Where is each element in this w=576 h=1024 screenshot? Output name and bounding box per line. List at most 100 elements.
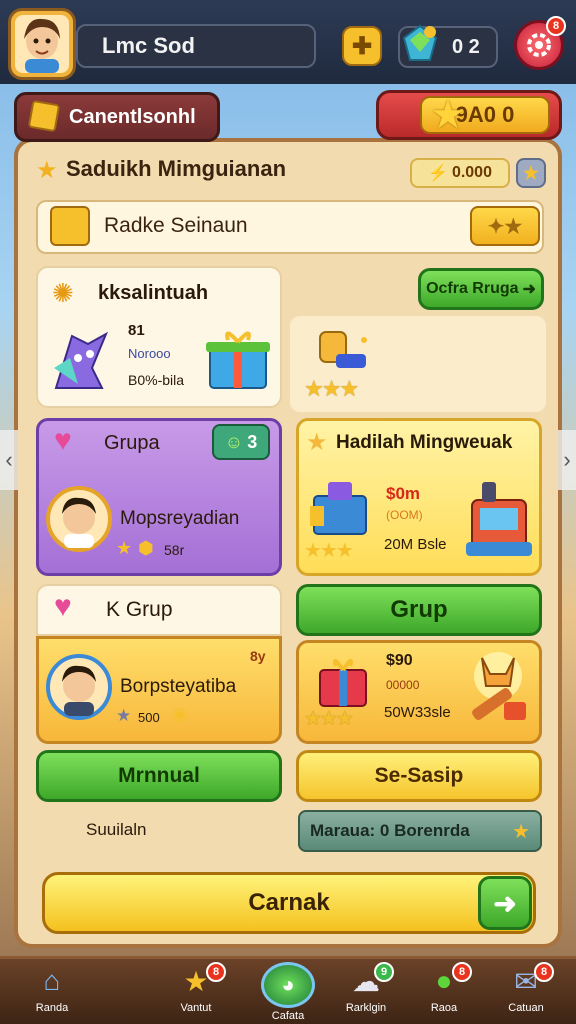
member-avatar [46, 654, 112, 720]
grup-button[interactable]: Grup [296, 584, 542, 636]
player-avatar[interactable] [8, 8, 76, 80]
stars-rating: ★★★ [304, 376, 359, 401]
gear-icon [527, 33, 551, 57]
reward2-count: 50W33sle [384, 704, 451, 721]
gift-icon [206, 331, 270, 389]
footer-right-text: Maraua: 0 Borenrda [310, 821, 470, 840]
nav-item-ranking[interactable]: ☁ Rarklgin [326, 962, 406, 1022]
globe-icon: ◕ [261, 962, 315, 1008]
star-icon: ★ [306, 429, 328, 456]
player-name: Lmc Sod [76, 24, 316, 68]
gift-box-icon [50, 206, 90, 246]
gem-icon [400, 24, 440, 64]
reward2-price: $90 [386, 652, 413, 669]
continue-arrow-button[interactable]: ➜ [478, 876, 532, 930]
setup-button-label: Se-Sasip [374, 764, 464, 787]
manual-button-label: Mrnnual [118, 764, 200, 787]
star-icon: ★ [116, 706, 132, 725]
machine-icon [466, 482, 532, 556]
grup-button-label: Grup [390, 596, 448, 623]
action-button-label: Ocfra Rruga [426, 280, 519, 297]
star-icon: ★ [116, 538, 133, 558]
fox-hammer-icon [472, 652, 526, 720]
trophy-icon [319, 331, 367, 368]
nav-label: Cafata [271, 1010, 305, 1022]
event-title: kksalintuah [98, 282, 209, 304]
star-icon: ★ [512, 820, 530, 843]
arrow-right-icon: ➜ [522, 281, 536, 298]
nav-label: Rarklgin [345, 1002, 387, 1014]
stars-rating: ★★★ [304, 540, 354, 562]
nav-badge: 8 [534, 962, 554, 982]
event-line1: 81 [128, 322, 145, 339]
chevron-left-icon: ‹ [5, 447, 13, 472]
star-icon: ✦★ [487, 215, 523, 238]
settings-badge: 8 [546, 16, 566, 36]
smile-icon: ☺ [224, 431, 244, 452]
resource-value: 0 2 [452, 36, 480, 58]
stars-rating: ★★★ [304, 708, 354, 730]
star-icon: ★ [522, 162, 540, 183]
group-badge-value: 3 [247, 431, 258, 452]
group2-title: K Grup [106, 598, 173, 621]
nav-label: Raoa [430, 1002, 458, 1014]
chest-icon [310, 482, 367, 535]
nav-badge: 9 [374, 962, 394, 982]
heart-icon: ♥ [54, 424, 72, 457]
nav-label: Catuan [508, 1002, 544, 1014]
nav-item-catuan[interactable]: ✉ Catuan [486, 962, 566, 1022]
heart-icon: ♥ [54, 590, 72, 623]
reward-price: $0m [386, 484, 421, 503]
house-icon: ⌂ [43, 965, 61, 996]
footer-status: Maraua: 0 Borenrda ★ [298, 810, 542, 852]
gift-icon [319, 658, 367, 707]
arrow-right-icon: ➜ [493, 887, 517, 919]
action-button[interactable]: Ocfra Rruga ➜ [418, 268, 544, 310]
info-button[interactable]: ★ [516, 158, 546, 188]
coin-icon: ⚡ [428, 165, 448, 182]
star-icon: ★ [36, 157, 58, 184]
group-badge[interactable]: ☺ 3 [212, 424, 270, 460]
continue-button-label: Carnak [248, 889, 330, 916]
shield-icon: ⬢ [138, 538, 154, 558]
nav-item-raoa[interactable]: ● Raoa [404, 962, 484, 1022]
scroll-left-button[interactable]: ‹ [0, 430, 18, 490]
section-title: Saduikh Mimguianan [66, 156, 287, 181]
tab-label: Canentlsonhl [69, 105, 196, 128]
nav-item-center[interactable]: ◕ Cafata [248, 962, 328, 1022]
nav-badge: 8 [206, 962, 226, 982]
sun-icon: ✺ [52, 278, 74, 308]
event-line3: B0%-bila [128, 372, 185, 388]
setup-button[interactable]: Se-Sasip [296, 750, 542, 802]
group-member-name: Mopsreyadian [120, 508, 240, 529]
footer-left-text: Suuilaln [86, 820, 147, 839]
nav-label: Randa [35, 1002, 69, 1014]
add-currency-button[interactable]: ✚ [342, 26, 382, 66]
group2-member-name: Borpsteyatiba [120, 676, 237, 697]
continue-button[interactable]: Carnak [42, 872, 536, 934]
group2-meta: 500 [138, 710, 160, 725]
nav-item-home[interactable]: ⌂ Randa [12, 962, 92, 1022]
nav-badge: 8 [452, 962, 472, 982]
search-label: Radke Seinaun [104, 214, 248, 237]
reward-sub: (OOM) [386, 508, 423, 522]
reward2-sub: 00000 [386, 678, 420, 692]
chest-icon [27, 99, 61, 133]
star-icon: ★ [430, 93, 466, 137]
chevron-right-icon: › [563, 447, 571, 472]
group2-badge: 8y [250, 648, 266, 664]
coin-counter: ⚡ 0.000 [410, 158, 510, 188]
search-button[interactable]: ✦★ [470, 206, 540, 246]
reward-count: 20M Bsle [384, 536, 447, 553]
group-title: Grupa [104, 432, 160, 454]
event-line2: Norooo [128, 346, 171, 361]
group-meta: 58r [164, 542, 185, 558]
member-avatar [46, 486, 112, 552]
coin-value: 0.000 [451, 164, 492, 181]
monster-icon [54, 331, 109, 389]
scroll-right-button[interactable]: › [558, 430, 576, 490]
nav-label: Vantut [180, 1002, 212, 1014]
reward-title: Hadilah Mingweuak [336, 432, 513, 453]
manual-button[interactable]: Mrnnual [36, 750, 282, 802]
plus-icon: ✚ [351, 32, 373, 60]
